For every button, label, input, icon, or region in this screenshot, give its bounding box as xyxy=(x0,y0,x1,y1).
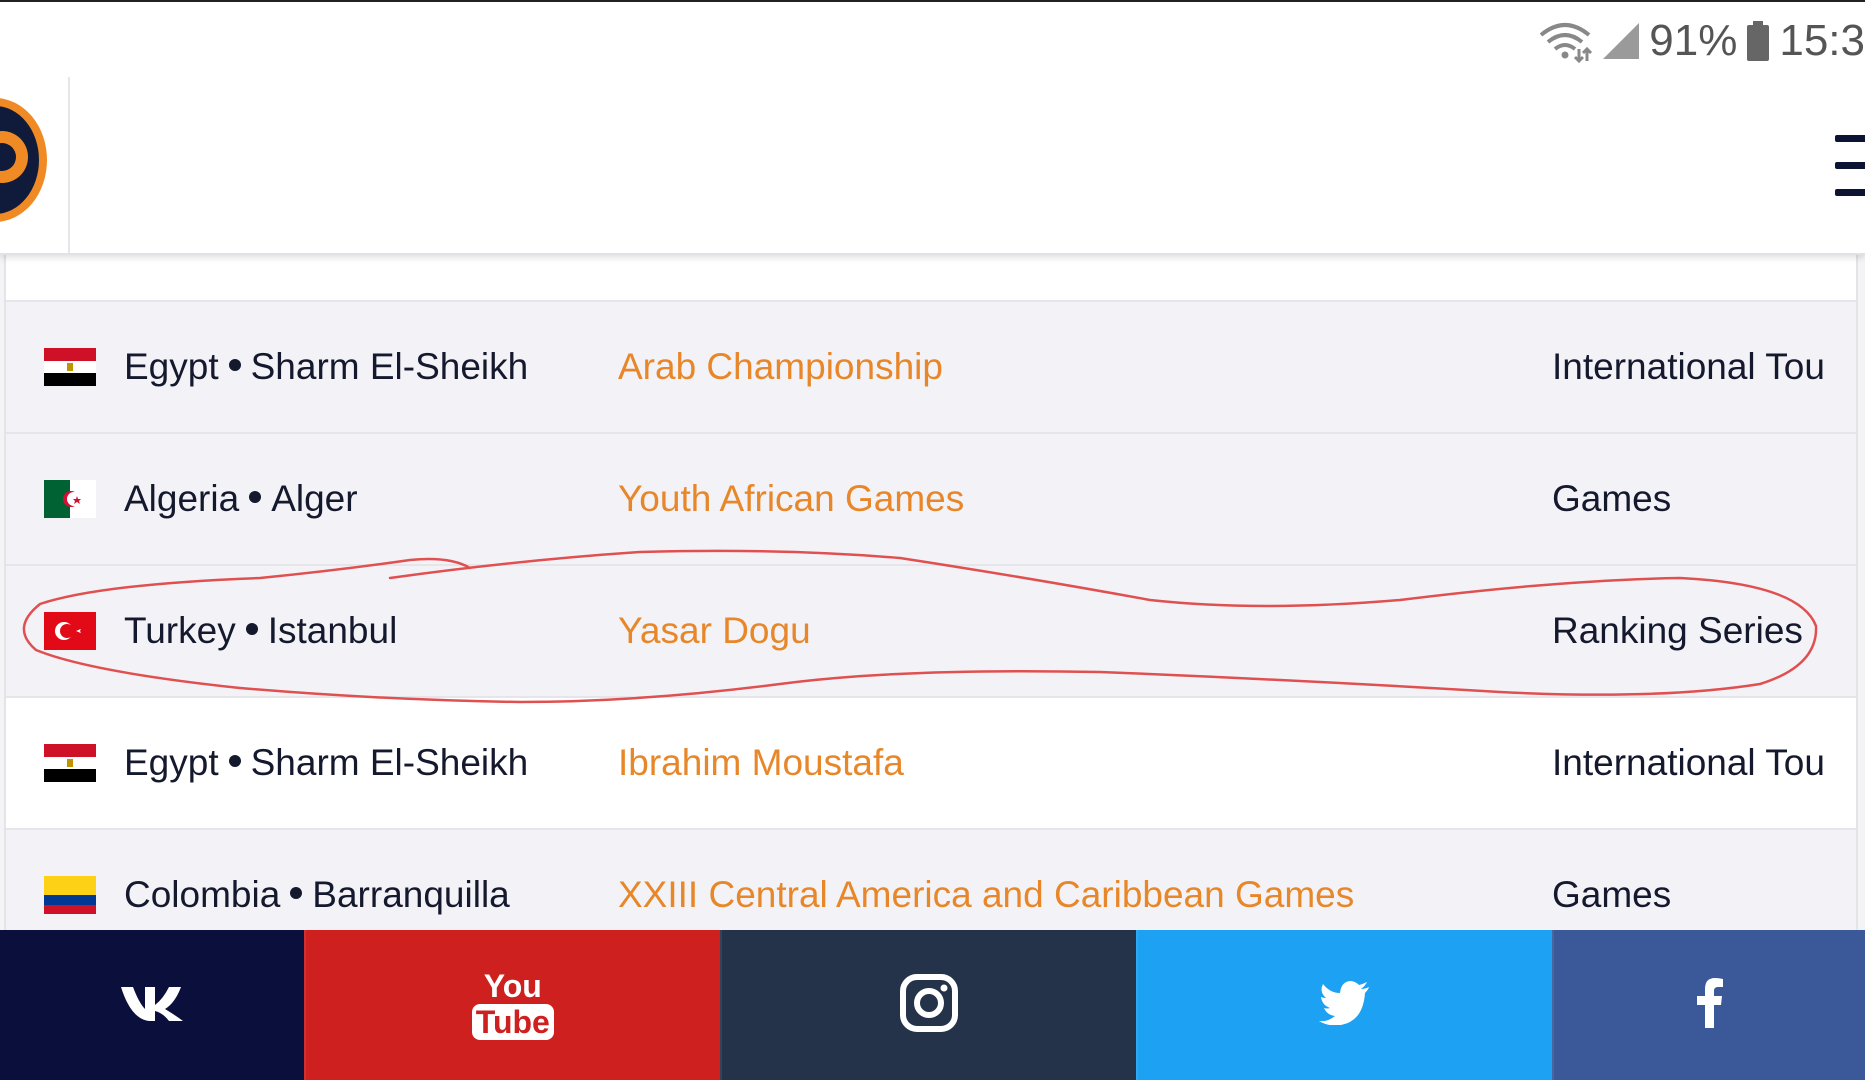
event-location: Egypt Sharm El-Sheikh xyxy=(124,346,529,387)
event-location: Egypt Sharm El-Sheikh xyxy=(124,742,529,783)
algeria-flag-icon xyxy=(44,480,96,518)
wrestling-logo-icon[interactable] xyxy=(0,95,50,225)
vk-button[interactable] xyxy=(0,930,304,1080)
vk-icon xyxy=(119,983,185,1028)
event-type: International Tou xyxy=(1552,742,1825,783)
status-bar: 91% 15:3 xyxy=(0,2,1865,77)
battery-percent: 91% xyxy=(1649,16,1738,65)
event-type: Games xyxy=(1552,874,1672,915)
facebook-icon xyxy=(1696,977,1723,1033)
twitter-button[interactable] xyxy=(1136,930,1553,1080)
header-divider xyxy=(68,77,70,253)
instagram-icon xyxy=(899,973,959,1038)
instagram-button[interactable] xyxy=(719,930,1137,1080)
battery-icon xyxy=(1747,21,1770,61)
event-link[interactable]: XXIII Central America and Caribbean Game… xyxy=(618,874,1354,916)
event-type: Games xyxy=(1552,478,1672,519)
signal-icon xyxy=(1603,23,1640,59)
event-location: Colombia Barranquilla xyxy=(124,874,510,915)
events-table: Egypt Sharm El-Sheikh Arab Championship I… xyxy=(4,190,1858,962)
youtube-label-bottom: Tube xyxy=(471,1004,554,1040)
turkey-flag-icon xyxy=(44,612,96,650)
event-location: Algeria Alger xyxy=(124,478,358,519)
youtube-icon: You Tube xyxy=(471,968,554,1040)
social-footer: You Tube xyxy=(0,930,1865,1080)
event-type: International Tou xyxy=(1552,346,1825,387)
youtube-button[interactable]: You Tube xyxy=(303,930,720,1080)
clock: 15:3 xyxy=(1779,16,1865,65)
status-indicators: 91% 15:3 xyxy=(1537,16,1865,66)
table-row: Egypt Sharm El-Sheikh Ibrahim Moustafa In… xyxy=(6,698,1856,830)
event-link[interactable]: Ibrahim Moustafa xyxy=(618,742,904,784)
table-row: Algeria Alger Youth African Games Games xyxy=(6,434,1856,566)
wifi-icon xyxy=(1537,19,1593,63)
colombia-flag-icon xyxy=(44,876,96,914)
event-location: Turkey Istanbul xyxy=(124,610,398,651)
event-link[interactable]: Youth African Games xyxy=(618,478,964,520)
page: 91% 15:3 Egypt Sharm El-Sheikh Arab Cham… xyxy=(0,0,1865,1080)
youtube-label-top: You xyxy=(483,968,542,1004)
facebook-button[interactable] xyxy=(1552,930,1865,1080)
table-row: Egypt Sharm El-Sheikh Arab Championship I… xyxy=(6,302,1856,434)
hamburger-menu-icon[interactable] xyxy=(1835,135,1865,199)
site-header xyxy=(0,77,1865,255)
twitter-icon xyxy=(1319,980,1371,1030)
event-link[interactable]: Yasar Dogu xyxy=(618,610,811,652)
event-link[interactable]: Arab Championship xyxy=(618,346,943,388)
event-type: Ranking Series xyxy=(1552,610,1803,651)
table-row-highlighted: Turkey Istanbul Yasar Dogu Ranking Series xyxy=(6,566,1856,698)
egypt-flag-icon xyxy=(44,348,96,386)
egypt-flag-icon xyxy=(44,744,96,782)
